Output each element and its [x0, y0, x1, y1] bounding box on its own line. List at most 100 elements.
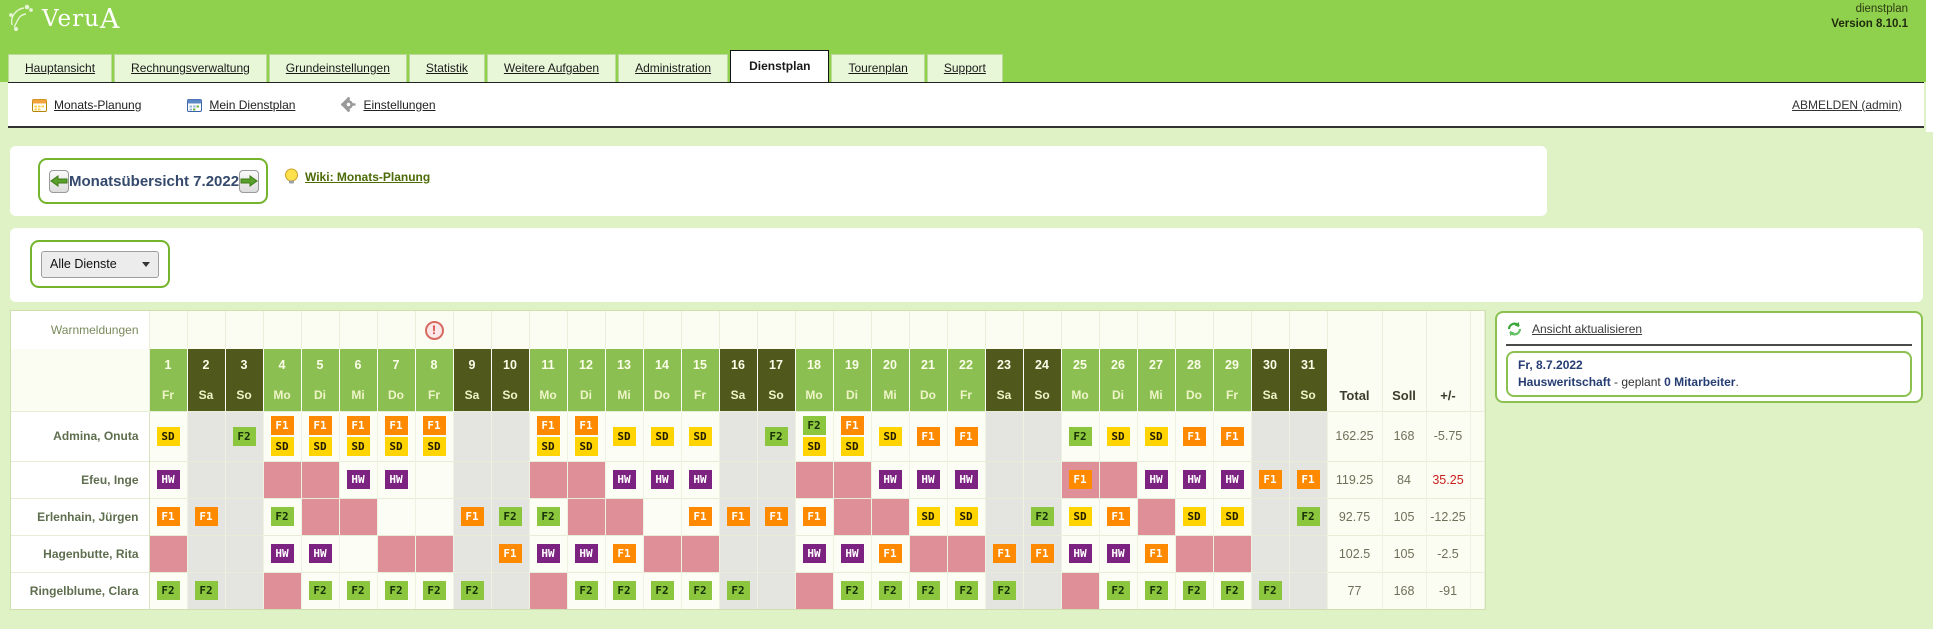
- roster-cell-day-2[interactable]: [187, 461, 225, 498]
- day-header-22[interactable]: 22: [947, 349, 985, 380]
- weekday-header-21[interactable]: Do: [909, 380, 947, 411]
- weekday-header-7[interactable]: Do: [377, 380, 415, 411]
- roster-cell-day-10[interactable]: [491, 461, 529, 498]
- roster-cell-day-23[interactable]: [985, 498, 1023, 535]
- weekday-header-20[interactable]: Mi: [871, 380, 909, 411]
- day-header-5[interactable]: 5: [301, 349, 339, 380]
- roster-cell-day-4[interactable]: [263, 461, 301, 498]
- roster-cell-day-31[interactable]: [1289, 572, 1327, 609]
- roster-cell-day-11[interactable]: [529, 572, 567, 609]
- roster-cell-day-26[interactable]: F2: [1099, 572, 1137, 609]
- roster-cell-day-1[interactable]: [149, 535, 187, 572]
- employee-name[interactable]: Erlenhain, Jürgen: [11, 498, 149, 535]
- roster-cell-day-2[interactable]: [187, 535, 225, 572]
- weekday-header-30[interactable]: Sa: [1251, 380, 1289, 411]
- day-header-2[interactable]: 2: [187, 349, 225, 380]
- roster-cell-day-1[interactable]: F1: [149, 498, 187, 535]
- roster-cell-day-20[interactable]: HW: [871, 461, 909, 498]
- wiki-link[interactable]: Wiki: Monats-Planung: [305, 170, 430, 184]
- roster-cell-day-29[interactable]: SD: [1213, 498, 1251, 535]
- roster-cell-day-27[interactable]: F2: [1137, 572, 1175, 609]
- weekday-header-15[interactable]: Fr: [681, 380, 719, 411]
- day-header-7[interactable]: 7: [377, 349, 415, 380]
- roster-cell-day-16[interactable]: [719, 535, 757, 572]
- refresh-view-link[interactable]: Ansicht aktualisieren: [1532, 322, 1642, 336]
- roster-cell-day-26[interactable]: [1099, 461, 1137, 498]
- weekday-header-13[interactable]: Mi: [605, 380, 643, 411]
- day-header-14[interactable]: 14: [643, 349, 681, 380]
- next-month-button[interactable]: [239, 170, 259, 193]
- roster-cell-day-26[interactable]: F1: [1099, 498, 1137, 535]
- tab-tourenplan[interactable]: Tourenplan: [831, 54, 924, 82]
- employee-name[interactable]: Hagenbutte, Rita: [11, 535, 149, 572]
- roster-cell-day-2[interactable]: F2: [187, 572, 225, 609]
- roster-cell-day-19[interactable]: [833, 498, 871, 535]
- tab-support[interactable]: Support: [927, 54, 1003, 82]
- roster-cell-day-25[interactable]: HW: [1061, 535, 1099, 572]
- roster-cell-day-4[interactable]: F2: [263, 498, 301, 535]
- roster-cell-day-29[interactable]: F2: [1213, 572, 1251, 609]
- roster-cell-day-10[interactable]: [491, 572, 529, 609]
- roster-cell-day-5[interactable]: [301, 461, 339, 498]
- roster-cell-day-7[interactable]: HW: [377, 461, 415, 498]
- roster-cell-day-21[interactable]: SD: [909, 498, 947, 535]
- roster-cell-day-23[interactable]: F2: [985, 572, 1023, 609]
- roster-cell-day-24[interactable]: F1: [1023, 535, 1061, 572]
- roster-cell-day-17[interactable]: [757, 535, 795, 572]
- day-header-1[interactable]: 1: [149, 349, 187, 380]
- roster-cell-day-30[interactable]: [1251, 535, 1289, 572]
- roster-cell-day-11[interactable]: F2: [529, 498, 567, 535]
- roster-cell-day-22[interactable]: F2: [947, 572, 985, 609]
- day-header-16[interactable]: 16: [719, 349, 757, 380]
- employee-name[interactable]: Ringelblume, Clara: [11, 572, 149, 609]
- day-header-13[interactable]: 13: [605, 349, 643, 380]
- roster-cell-day-28[interactable]: F1: [1175, 411, 1213, 461]
- day-header-4[interactable]: 4: [263, 349, 301, 380]
- roster-cell-day-29[interactable]: [1213, 535, 1251, 572]
- weekday-header-10[interactable]: So: [491, 380, 529, 411]
- roster-cell-day-23[interactable]: [985, 411, 1023, 461]
- roster-cell-day-7[interactable]: F1SD: [377, 411, 415, 461]
- weekday-header-1[interactable]: Fr: [149, 380, 187, 411]
- roster-cell-day-21[interactable]: F1: [909, 411, 947, 461]
- roster-cell-day-9[interactable]: [453, 461, 491, 498]
- roster-cell-day-12[interactable]: F2: [567, 572, 605, 609]
- roster-cell-day-30[interactable]: F2: [1251, 572, 1289, 609]
- roster-cell-day-18[interactable]: [795, 572, 833, 609]
- roster-cell-day-27[interactable]: HW: [1137, 461, 1175, 498]
- roster-cell-day-31[interactable]: F1: [1289, 461, 1327, 498]
- day-header-3[interactable]: 3: [225, 349, 263, 380]
- roster-cell-day-15[interactable]: HW: [681, 461, 719, 498]
- roster-cell-day-18[interactable]: HW: [795, 535, 833, 572]
- tab-statistik[interactable]: Statistik: [409, 54, 485, 82]
- roster-cell-day-19[interactable]: HW: [833, 535, 871, 572]
- roster-cell-day-15[interactable]: F2: [681, 572, 719, 609]
- roster-cell-day-1[interactable]: SD: [149, 411, 187, 461]
- subnav-item-mein-dienstplan[interactable]: Mein Dienstplan: [187, 98, 295, 112]
- roster-cell-day-5[interactable]: HW: [301, 535, 339, 572]
- weekday-header-22[interactable]: Fr: [947, 380, 985, 411]
- roster-cell-day-18[interactable]: [795, 461, 833, 498]
- roster-cell-day-7[interactable]: F2: [377, 572, 415, 609]
- roster-cell-day-31[interactable]: [1289, 411, 1327, 461]
- roster-cell-day-6[interactable]: [339, 535, 377, 572]
- weekday-header-6[interactable]: Mi: [339, 380, 377, 411]
- roster-cell-day-1[interactable]: HW: [149, 461, 187, 498]
- roster-cell-day-6[interactable]: HW: [339, 461, 377, 498]
- roster-cell-day-13[interactable]: F2: [605, 572, 643, 609]
- employee-name[interactable]: Efeu, Inge: [11, 461, 149, 498]
- roster-cell-day-27[interactable]: SD: [1137, 411, 1175, 461]
- roster-cell-day-3[interactable]: [225, 498, 263, 535]
- day-header-31[interactable]: 31: [1289, 349, 1327, 380]
- roster-cell-day-31[interactable]: [1289, 535, 1327, 572]
- day-header-15[interactable]: 15: [681, 349, 719, 380]
- roster-cell-day-2[interactable]: [187, 411, 225, 461]
- roster-cell-day-3[interactable]: [225, 461, 263, 498]
- roster-cell-day-17[interactable]: [757, 461, 795, 498]
- roster-cell-day-5[interactable]: [301, 498, 339, 535]
- roster-cell-day-29[interactable]: F1: [1213, 411, 1251, 461]
- roster-cell-day-28[interactable]: [1175, 535, 1213, 572]
- weekday-header-8[interactable]: Fr: [415, 380, 453, 411]
- employee-name[interactable]: Admina, Onuta: [11, 411, 149, 461]
- weekday-header-17[interactable]: So: [757, 380, 795, 411]
